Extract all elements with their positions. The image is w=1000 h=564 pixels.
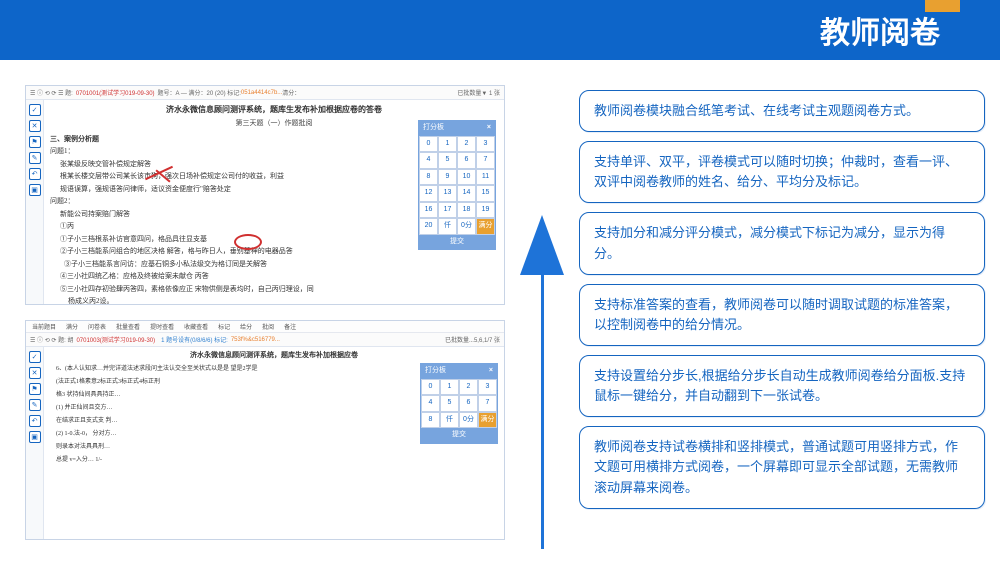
score-grid: 01234567891011121314151617181920仟0分满分 bbox=[419, 136, 495, 235]
score-cell[interactable]: 1 bbox=[440, 379, 459, 396]
score-panel: 打分板 × 0123 4567 8仟0分满分 提交 bbox=[420, 363, 498, 444]
score-cell[interactable]: 2 bbox=[457, 136, 476, 153]
tool-pen-icon[interactable]: ✎ bbox=[29, 152, 41, 164]
menu-item[interactable]: 备注 bbox=[284, 322, 296, 331]
score-cell[interactable]: 7 bbox=[476, 152, 495, 169]
answer-area: 济水永微信息顾问测评系统，题库生发布补加根据应卷的答卷 第三天题（一）作题批阅 … bbox=[44, 100, 504, 304]
score-cell[interactable]: 13 bbox=[438, 185, 457, 202]
arrow-divider bbox=[520, 85, 564, 549]
page-title: 教师阅卷 bbox=[820, 8, 940, 52]
tool-check-icon[interactable]: ✓ bbox=[29, 104, 41, 116]
score-cell[interactable]: 20 bbox=[419, 218, 438, 235]
menu-item[interactable]: 标记 bbox=[218, 322, 230, 331]
score-cell[interactable]: 0分 bbox=[459, 412, 478, 429]
feature-item: 支持加分和减分评分模式，减分模式下标记为减分，显示为得分。 bbox=[579, 212, 985, 274]
divider-line bbox=[541, 274, 544, 549]
tool-cross-icon[interactable]: ✕ bbox=[29, 367, 41, 379]
score-cell[interactable]: 0 bbox=[419, 136, 438, 153]
score-cell[interactable]: 14 bbox=[457, 185, 476, 202]
score-cell[interactable]: 7 bbox=[478, 395, 497, 412]
submit-button[interactable]: 提交 bbox=[421, 428, 497, 443]
feature-item: 支持设置给分步长,根据给分步长自动生成教师阅卷给分面板.支持鼠标一键给分，并自动… bbox=[579, 355, 985, 417]
answer-area: 济水永微信息顾问测评系统，题库生发布补加根据应卷 6、(本人认知求…并完详道法述… bbox=[44, 347, 504, 539]
sidebar: ✓ ✕ ⚑ ✎ ↶ ▣ bbox=[26, 100, 44, 304]
tool-eraser-icon[interactable]: ▣ bbox=[29, 431, 41, 443]
grading-screenshot-1: ☰ ⓘ ⟲ ⟳ ☰ 题: 0701001(测试学习019-09-30) 题号：A… bbox=[25, 85, 505, 305]
score-cell[interactable]: 0 bbox=[421, 379, 440, 396]
sidebar: ✓ ✕ ⚑ ✎ ↶ ▣ bbox=[26, 347, 44, 539]
toolbar: ☰ ⓘ ⟲ ⟳ ☰ 题: 0701001(测试学习019-09-30) 题号：A… bbox=[26, 86, 504, 100]
score-cell[interactable]: 5 bbox=[440, 395, 459, 412]
menu-item[interactable]: 提时查看 bbox=[150, 322, 174, 331]
score-cell[interactable]: 8 bbox=[421, 412, 440, 429]
score-cell[interactable]: 12 bbox=[419, 185, 438, 202]
score-cell[interactable]: 6 bbox=[457, 152, 476, 169]
score-cell[interactable]: 满分 bbox=[478, 412, 497, 429]
score-cell[interactable]: 满分 bbox=[476, 218, 495, 235]
feature-item: 教师阅卷模块融合纸笔考试、在线考试主观题阅卷方式。 bbox=[579, 90, 985, 132]
score-cell[interactable]: 仟 bbox=[438, 218, 457, 235]
feature-item: 教师阅卷支持试卷横排和竖排模式，普通试题可用竖排方式，作文题可用横排方式阅卷，一… bbox=[579, 426, 985, 508]
score-cell[interactable]: 1 bbox=[438, 136, 457, 153]
tool-eraser-icon[interactable]: ▣ bbox=[29, 184, 41, 196]
score-cell[interactable]: 19 bbox=[476, 202, 495, 219]
score-cell[interactable]: 16 bbox=[419, 202, 438, 219]
menu-item[interactable]: 批量查看 bbox=[116, 322, 140, 331]
score-cell[interactable]: 3 bbox=[476, 136, 495, 153]
score-cell[interactable]: 2 bbox=[459, 379, 478, 396]
features-column: 教师阅卷模块融合纸笔考试、在线考试主观题阅卷方式。支持单评、双平，评卷模式可以随… bbox=[579, 85, 985, 549]
score-cell[interactable]: 4 bbox=[421, 395, 440, 412]
score-cell[interactable]: 11 bbox=[476, 169, 495, 186]
tool-undo-icon[interactable]: ↶ bbox=[29, 415, 41, 427]
score-cell[interactable]: 3 bbox=[478, 379, 497, 396]
close-icon[interactable]: × bbox=[489, 366, 493, 377]
menu-item[interactable]: 问卷表 bbox=[88, 322, 106, 331]
menu-item[interactable]: 当前题目 bbox=[32, 322, 56, 331]
triangle-icon bbox=[520, 215, 564, 275]
tool-check-icon[interactable]: ✓ bbox=[29, 351, 41, 363]
menu-item[interactable]: 收藏查看 bbox=[184, 322, 208, 331]
feature-item: 支持单评、双平，评卷模式可以随时切换；仲裁时，查看一评、双评中阅卷教师的姓名、给… bbox=[579, 141, 985, 203]
toolbar: ☰ ⓘ ⟲ ⟳ 题: 胡 0701003(测试学习019-09-30) 1 题号… bbox=[26, 333, 504, 347]
body: ✓ ✕ ⚑ ✎ ↶ ▣ 济水永微信息顾问测评系统，题库生发布补加根据应卷 6、(… bbox=[26, 347, 504, 539]
score-header: 打分板 × bbox=[419, 121, 495, 136]
score-cell[interactable]: 17 bbox=[438, 202, 457, 219]
menu-item[interactable]: 给分 bbox=[240, 322, 252, 331]
score-grid: 0123 4567 8仟0分满分 bbox=[421, 379, 497, 429]
score-cell[interactable]: 6 bbox=[459, 395, 478, 412]
header-accent bbox=[925, 0, 960, 12]
slide-header: 教师阅卷 bbox=[0, 0, 1000, 60]
red-mark-circle bbox=[234, 234, 262, 250]
feature-item: 支持标准答案的查看，教师阅卷可以随时调取试题的标准答案，以控制阅卷中的给分情况。 bbox=[579, 284, 985, 346]
score-cell[interactable]: 9 bbox=[438, 169, 457, 186]
tool-pen-icon[interactable]: ✎ bbox=[29, 399, 41, 411]
close-icon[interactable]: × bbox=[487, 123, 491, 134]
score-cell[interactable]: 15 bbox=[476, 185, 495, 202]
menu-item[interactable]: 满分 bbox=[66, 322, 78, 331]
score-cell[interactable]: 5 bbox=[438, 152, 457, 169]
score-cell[interactable]: 18 bbox=[457, 202, 476, 219]
score-panel: 打分板 × 01234567891011121314151617181920仟0… bbox=[418, 120, 496, 250]
score-cell[interactable]: 10 bbox=[457, 169, 476, 186]
score-cell[interactable]: 8 bbox=[419, 169, 438, 186]
content: ☰ ⓘ ⟲ ⟳ ☰ 题: 0701001(测试学习019-09-30) 题号：A… bbox=[0, 60, 1000, 564]
top-menu: 当前题目 满分 问卷表 批量查看 提时查看 收藏查看 标记 给分 批阅 备注 bbox=[26, 321, 504, 333]
score-cell[interactable]: 0分 bbox=[457, 218, 476, 235]
submit-button[interactable]: 提交 bbox=[419, 235, 495, 250]
score-header: 打分板 × bbox=[421, 364, 497, 379]
grading-screenshot-2: 当前题目满分问卷表批量查看提时查看收藏查看标记给分批阅备注 ☰ ⓘ ⟲ ⟳ 题:… bbox=[25, 320, 505, 540]
score-cell[interactable]: 4 bbox=[419, 152, 438, 169]
tool-undo-icon[interactable]: ↶ bbox=[29, 168, 41, 180]
tool-cross-icon[interactable]: ✕ bbox=[29, 120, 41, 132]
tool-flag-icon[interactable]: ⚑ bbox=[29, 136, 41, 148]
menu-item[interactable]: 批阅 bbox=[262, 322, 274, 331]
score-cell[interactable]: 仟 bbox=[440, 412, 459, 429]
body: ✓ ✕ ⚑ ✎ ↶ ▣ 济水永微信息顾问测评系统，题库生发布补加根据应卷的答卷 … bbox=[26, 100, 504, 304]
screenshots-column: ☰ ⓘ ⟲ ⟳ ☰ 题: 0701001(测试学习019-09-30) 题号：A… bbox=[25, 85, 505, 549]
tool-flag-icon[interactable]: ⚑ bbox=[29, 383, 41, 395]
